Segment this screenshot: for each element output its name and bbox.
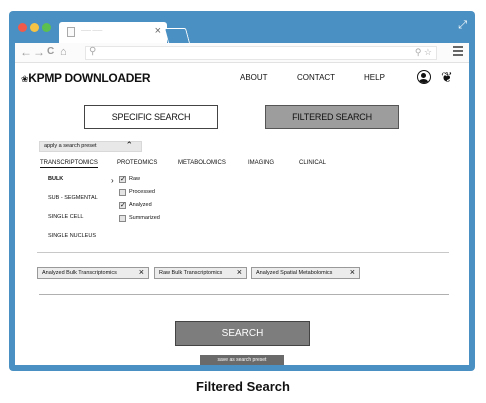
- nav-about[interactable]: ABOUT: [240, 73, 268, 82]
- browser-viewport: ← → C ⌂ ⚲ ⚲ ☆ ❀KPMP DOWNLOADER ABOUT CON…: [15, 43, 469, 365]
- analyzed-checkbox[interactable]: ✓: [119, 202, 126, 209]
- forward-icon[interactable]: →: [33, 45, 45, 59]
- reload-icon[interactable]: C: [47, 45, 54, 59]
- tab-imaging[interactable]: IMAGING: [248, 160, 274, 166]
- chevron-right-icon: ›: [111, 176, 114, 185]
- minimize-window-dot[interactable]: [30, 23, 39, 32]
- filter-chip: Raw Bulk Transcriptomics ×: [154, 267, 247, 279]
- nav-help[interactable]: HELP: [364, 73, 385, 82]
- maximize-window-dot[interactable]: [42, 23, 51, 32]
- app-header: ❀KPMP DOWNLOADER ABOUT CONTACT HELP ❦: [15, 63, 469, 93]
- processed-checkbox[interactable]: [119, 189, 126, 196]
- remove-chip-icon[interactable]: ×: [139, 267, 144, 277]
- close-window-dot[interactable]: [18, 23, 27, 32]
- kidney-icon[interactable]: ❦: [441, 69, 453, 86]
- new-tab-button[interactable]: [163, 28, 191, 43]
- preset-select-value: apply a search preset: [44, 143, 97, 149]
- fullscreen-icon[interactable]: ⤢: [458, 19, 467, 32]
- divider: [39, 294, 449, 295]
- browser-toolbar: ← → C ⌂ ⚲ ⚲ ☆: [15, 43, 469, 63]
- subcategory-single-cell[interactable]: SINGLE CELL: [48, 214, 83, 220]
- tab-transcriptomics[interactable]: TRANSCRIPTOMICS: [40, 160, 98, 168]
- filtered-search-button[interactable]: FILTERED SEARCH: [265, 105, 399, 129]
- search-button[interactable]: SEARCH: [175, 321, 310, 346]
- specific-search-button[interactable]: SPECIFIC SEARCH: [84, 105, 218, 129]
- browser-menu-icon[interactable]: [453, 45, 463, 57]
- search-preset-select[interactable]: apply a search preset ⌃: [39, 140, 142, 152]
- chevron-up-icon: ⌃: [125, 140, 133, 150]
- remove-chip-icon[interactable]: ×: [237, 267, 242, 277]
- option-label: Analyzed: [129, 202, 152, 208]
- subcategory-bulk[interactable]: BULK: [48, 176, 63, 182]
- option-label: Summarized: [129, 215, 160, 221]
- tab-clinical[interactable]: CLINICAL: [299, 160, 326, 166]
- raw-checkbox[interactable]: ✓: [119, 176, 126, 183]
- address-bar[interactable]: ⚲ ⚲ ☆: [85, 46, 437, 60]
- option-label: Raw: [129, 176, 141, 182]
- page-icon: [67, 27, 75, 37]
- browser-window: —— —— × ⤢ ← → C ⌂ ⚲ ⚲ ☆ ❀KPMP DOWNLOADER…: [9, 11, 475, 371]
- remove-chip-icon[interactable]: ×: [350, 267, 355, 277]
- tab-metabolomics[interactable]: METABOLOMICS: [178, 160, 226, 166]
- chip-label: Analyzed Spatial Metabolomics: [256, 270, 333, 276]
- subcategory-single-nucleus[interactable]: SINGLE NUCLEUS: [48, 233, 96, 239]
- tab-title: —— ——: [81, 28, 103, 34]
- search-icon: ⚲: [89, 46, 97, 57]
- subcategory-sub-segmental[interactable]: SUB - SEGMENTAL: [48, 195, 98, 201]
- nav-contact[interactable]: CONTACT: [297, 73, 335, 82]
- option-label: Processed: [129, 189, 155, 195]
- home-icon[interactable]: ⌂: [60, 45, 67, 59]
- summarized-checkbox[interactable]: [119, 215, 126, 222]
- app-logo[interactable]: ❀KPMP DOWNLOADER: [21, 71, 151, 85]
- divider: [37, 252, 449, 253]
- app-name: KPMP DOWNLOADER: [28, 71, 151, 85]
- filter-chip: Analyzed Bulk Transcriptomics ×: [37, 267, 149, 279]
- save-search-preset-button[interactable]: save as search preset: [200, 355, 284, 365]
- tab-close-icon[interactable]: ×: [155, 25, 161, 37]
- filter-chip: Analyzed Spatial Metabolomics ×: [251, 267, 360, 279]
- tab-proteomics[interactable]: PROTEOMICS: [117, 160, 157, 166]
- back-icon[interactable]: ←: [20, 45, 32, 59]
- chip-label: Analyzed Bulk Transcriptomics: [42, 270, 117, 276]
- bookmark-icon[interactable]: ⚲ ☆: [415, 47, 432, 58]
- browser-titlebar: —— —— × ⤢: [9, 11, 475, 43]
- figure-caption: Filtered Search: [196, 379, 290, 394]
- chip-label: Raw Bulk Transcriptomics: [159, 270, 223, 276]
- browser-tab[interactable]: —— —— ×: [59, 22, 167, 43]
- user-account-icon[interactable]: [417, 70, 431, 84]
